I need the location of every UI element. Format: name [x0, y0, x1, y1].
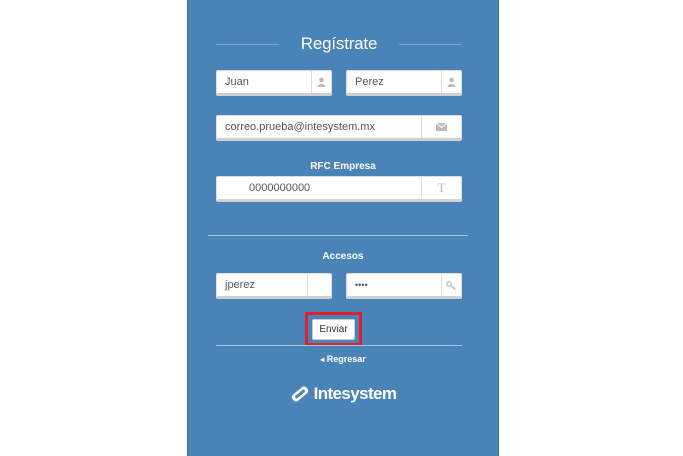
title-line-right	[399, 43, 462, 45]
brand-logo-icon	[291, 386, 308, 402]
password-value: ••••	[355, 280, 368, 290]
email-value: correo.prueba@intesystem.mx	[225, 121, 375, 133]
back-link-label: Regresar	[326, 354, 366, 364]
bottom-divider	[216, 345, 462, 346]
key-icon	[441, 274, 461, 296]
username-field[interactable]: jperez	[216, 273, 332, 299]
page-title: Regístrate	[300, 34, 378, 53]
section-divider	[208, 235, 468, 236]
access-label: Accesos	[322, 251, 364, 262]
email-field[interactable]: correo.prueba@intesystem.mx	[216, 115, 462, 141]
title-row: Regístrate	[216, 33, 462, 55]
user-icon	[311, 71, 331, 93]
rfc-field[interactable]: 0000000000 T	[216, 176, 462, 202]
rfc-value: 0000000000	[249, 182, 311, 194]
username-value: jperez	[225, 279, 255, 291]
first-name-value: Juan	[225, 76, 249, 88]
title-line-left	[216, 43, 279, 45]
last-name-field[interactable]: Perez	[346, 70, 462, 96]
register-panel: Regístrate Juan Perez correo.prueba@inte…	[187, 0, 499, 456]
caret-left-icon: ◂	[320, 355, 325, 364]
submit-button[interactable]: Enviar	[312, 319, 355, 340]
username-addon	[307, 274, 331, 296]
last-name-value: Perez	[355, 76, 384, 88]
first-name-field[interactable]: Juan	[216, 70, 332, 96]
rfc-label: RFC Empresa	[310, 161, 376, 172]
text-icon: T	[421, 177, 461, 199]
brand-name: Intesystem	[313, 384, 397, 403]
user-icon	[441, 71, 461, 93]
password-field[interactable]: ••••	[346, 273, 462, 299]
envelope-icon	[421, 116, 461, 138]
brand-logo: Intesystem	[188, 384, 498, 404]
back-link[interactable]: ◂ Regresar	[188, 354, 498, 364]
